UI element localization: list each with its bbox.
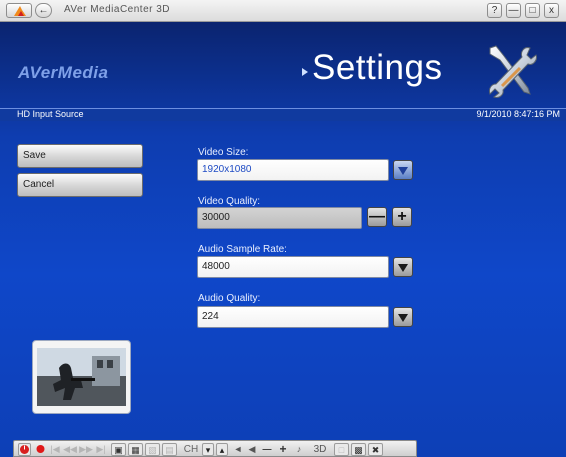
audio-sample-rate-select[interactable]: 48000	[197, 256, 389, 278]
record-icon	[36, 445, 45, 453]
channel-label: CH	[183, 444, 199, 455]
video-size-select[interactable]: 1920x1080	[197, 159, 389, 181]
save-button[interactable]: Save	[17, 144, 143, 168]
window-title: AVer MediaCenter 3D	[64, 4, 171, 15]
back-button[interactable]: ←	[35, 3, 52, 18]
skip-end-button[interactable]: ▶|	[95, 443, 107, 456]
mute-button[interactable]: ◄	[233, 443, 243, 456]
audio-button[interactable]: ♪	[293, 443, 305, 456]
display-icon: ▩	[354, 445, 363, 455]
video-quality-increase-button[interactable]: +	[392, 207, 412, 227]
audio-sample-rate-label: Audio Sample Rate:	[198, 244, 287, 255]
video-quality-decrease-button[interactable]: —	[367, 207, 387, 227]
input-source-label: HD Input Source	[17, 109, 84, 119]
chevron-down-icon	[398, 264, 408, 272]
help-button[interactable]: ?	[487, 3, 502, 18]
chevron-down-icon	[398, 167, 408, 175]
teletext-button[interactable]: ▤	[162, 443, 177, 456]
pip-button[interactable]: ▦	[128, 443, 143, 456]
display-button[interactable]: ▩	[351, 443, 366, 456]
brand-logo: AVerMedia	[18, 63, 109, 82]
rewind-button[interactable]: ◀◀	[63, 443, 77, 456]
record-button[interactable]	[34, 443, 47, 456]
channel-down-button[interactable]: ▾	[202, 443, 214, 456]
power-icon	[20, 445, 29, 454]
volume-icon-button[interactable]: ◀	[247, 443, 257, 456]
3d-mode-button[interactable]: 3D	[310, 443, 330, 456]
control-bar: |◀ ◀◀ ▶▶ ▶| ▣ ▦ ▧ ▤ CH ▾ ▴ ◄ ◀ — + ♪ 3D …	[13, 440, 417, 457]
audio-sample-rate-dropdown-button[interactable]	[393, 257, 413, 277]
fast-forward-button[interactable]: ▶▶	[79, 443, 93, 456]
chevron-down-icon	[398, 314, 408, 322]
video-quality-label: Video Quality:	[198, 196, 261, 207]
app-menu-button[interactable]	[6, 3, 32, 18]
3d-setting-icon: □	[338, 445, 345, 455]
camera-icon: ▣	[114, 445, 123, 455]
rewind-icon: ◀◀	[63, 444, 77, 454]
datetime-label: 9/1/2010 8:47:16 PM	[476, 109, 560, 119]
preview-image	[37, 348, 126, 406]
page-title: Settings	[312, 48, 443, 87]
maximize-button[interactable]: □	[525, 3, 540, 18]
video-size-dropdown-button[interactable]	[393, 160, 413, 180]
teletext-icon: ▤	[165, 445, 174, 455]
back-arrow-icon: ←	[38, 5, 49, 16]
minimize-button[interactable]: —	[506, 3, 521, 18]
fast-forward-icon: ▶▶	[79, 444, 93, 454]
tools-small-icon: ✖	[371, 445, 380, 455]
audio-quality-select[interactable]: 224	[197, 306, 389, 328]
timeshift-icon: ▧	[148, 445, 157, 455]
timeshift-button[interactable]: ▧	[145, 443, 160, 456]
info-bar: HD Input Source 9/1/2010 8:47:16 PM	[0, 108, 566, 121]
cancel-button[interactable]: Cancel	[17, 173, 143, 197]
speaker-icon: ◄	[233, 444, 243, 454]
video-preview[interactable]	[32, 340, 131, 414]
channel-up-button[interactable]: ▴	[216, 443, 228, 456]
app-logo-icon	[14, 6, 26, 16]
settings-button[interactable]: ✖	[368, 443, 383, 456]
video-quality-field[interactable]: 30000	[197, 207, 362, 229]
audio-quality-label: Audio Quality:	[198, 293, 261, 304]
tools-icon	[489, 45, 537, 98]
title-bar: ← AVer MediaCenter 3D ? — □ x	[0, 0, 566, 22]
volume-icon: ◀	[248, 444, 256, 454]
skip-end-icon: ▶|	[96, 444, 106, 454]
3d-setting-button[interactable]: □	[334, 443, 349, 456]
volume-up-button[interactable]: +	[276, 443, 290, 456]
skip-start-icon: |◀	[50, 444, 60, 454]
audio-quality-dropdown-button[interactable]	[393, 307, 413, 327]
close-button[interactable]: x	[544, 3, 559, 18]
preview-scene	[37, 348, 126, 406]
music-note-icon: ♪	[296, 444, 302, 454]
snapshot-button[interactable]: ▣	[111, 443, 126, 456]
video-size-label: Video Size:	[198, 147, 249, 158]
pip-icon: ▦	[131, 445, 140, 455]
volume-down-button[interactable]: —	[260, 443, 274, 456]
skip-start-button[interactable]: |◀	[49, 443, 61, 456]
app-window: ← AVer MediaCenter 3D ? — □ x AVerMedia …	[0, 0, 566, 457]
power-button[interactable]	[18, 443, 31, 456]
breadcrumb-arrow-icon	[302, 68, 308, 76]
